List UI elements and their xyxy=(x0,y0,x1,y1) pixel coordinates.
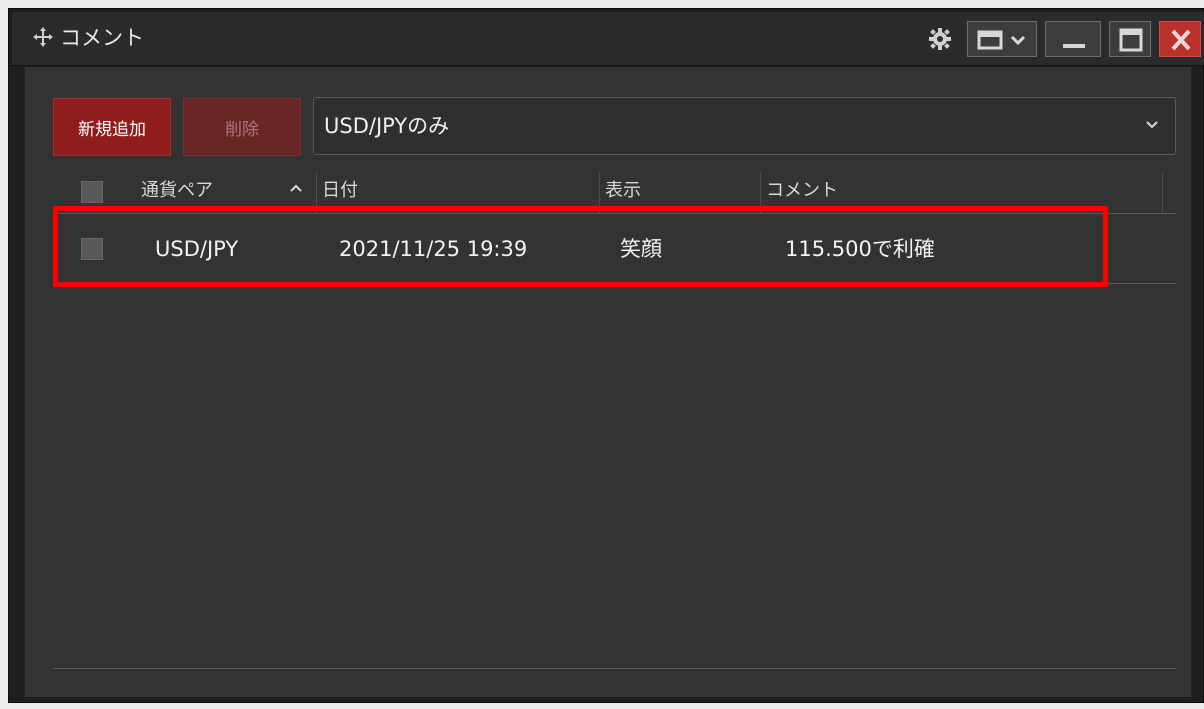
select-all-checkbox[interactable] xyxy=(81,181,103,203)
add-new-button[interactable]: 新規追加 xyxy=(53,98,171,156)
sort-ascending-icon[interactable] xyxy=(289,182,303,194)
column-header-date[interactable]: 日付 xyxy=(322,178,358,204)
table-bottom-divider xyxy=(53,668,1176,669)
column-header-comment[interactable]: コメント xyxy=(766,178,838,204)
comment-window: コメント 新規追加 削除 USD/JPYのみ 通貨ペア 日付 表示 コメント U… xyxy=(0,0,1204,709)
highlight-box xyxy=(53,206,1108,287)
layout-button[interactable] xyxy=(967,21,1037,57)
close-icon xyxy=(1171,29,1191,51)
move-icon[interactable] xyxy=(32,26,54,48)
currency-filter-select[interactable]: USD/JPYのみ xyxy=(313,97,1176,155)
chevron-down-icon xyxy=(1146,121,1158,129)
gear-icon[interactable] xyxy=(928,27,952,51)
layout-dropdown-icon xyxy=(977,30,1026,50)
filter-selected-value: USD/JPYのみ xyxy=(324,114,450,138)
column-header-display[interactable]: 表示 xyxy=(605,178,641,204)
minimize-icon xyxy=(1063,44,1085,48)
close-button[interactable] xyxy=(1159,21,1201,57)
column-divider[interactable] xyxy=(1162,172,1163,214)
minimize-button[interactable] xyxy=(1045,21,1101,57)
title-bar[interactable]: コメント xyxy=(12,12,1204,66)
column-header-pair[interactable]: 通貨ペア xyxy=(141,178,213,204)
delete-button[interactable]: 削除 xyxy=(183,98,301,156)
comment-panel-body xyxy=(25,67,1191,697)
window-title: コメント xyxy=(60,26,144,50)
maximize-button[interactable] xyxy=(1109,21,1151,57)
maximize-icon xyxy=(1119,28,1143,52)
